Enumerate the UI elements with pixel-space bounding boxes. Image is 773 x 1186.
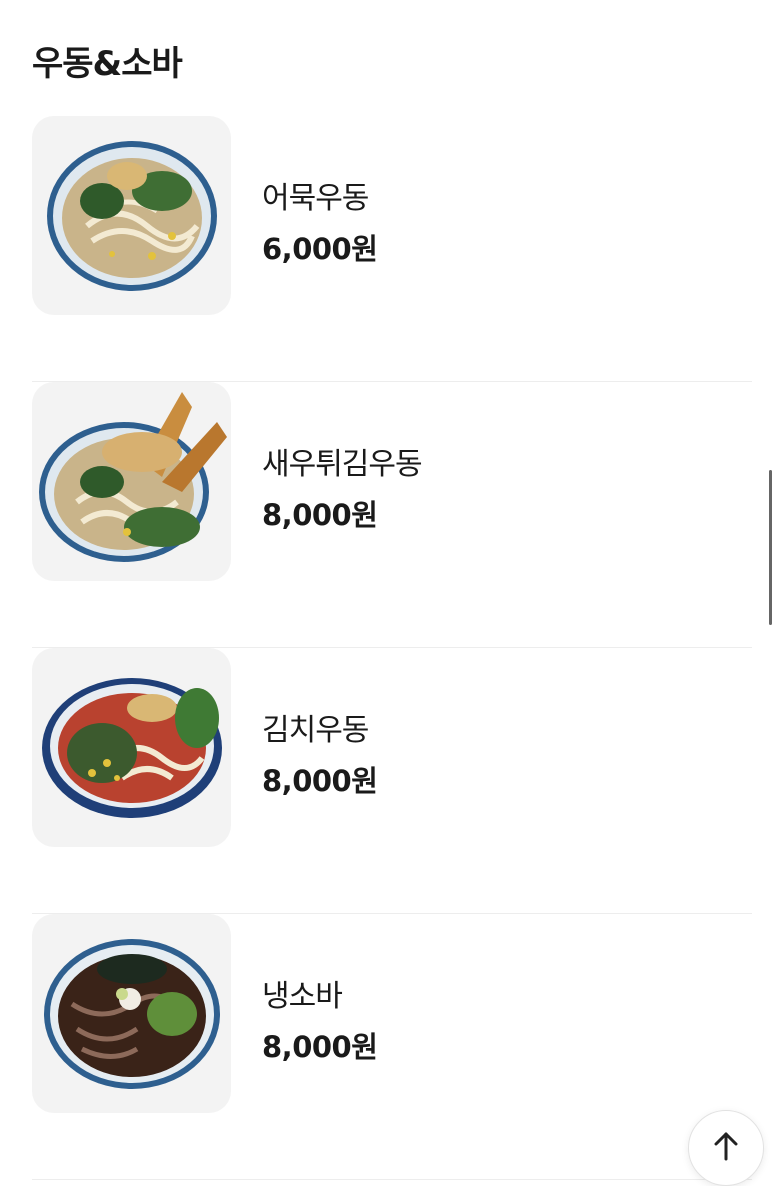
menu-item-image[interactable] [32, 648, 231, 847]
menu-item-name: 김치우동 [262, 713, 369, 748]
menu-item[interactable]: 새우튀김우동 8,000원 [32, 382, 752, 648]
section-title: 우동&소바 [32, 44, 183, 84]
arrow-up-icon [714, 1132, 738, 1161]
menu-item-name: 어묵우동 [262, 181, 369, 216]
soba-bowl-image [44, 939, 220, 1089]
menu-item-name: 냉소바 [262, 979, 343, 1014]
menu-item-price: 8,000원 [262, 764, 378, 798]
menu-item-price: 6,000원 [262, 232, 378, 266]
scroll-top-button[interactable] [688, 1110, 764, 1186]
menu-item-image[interactable] [32, 914, 231, 1113]
scrollbar[interactable] [769, 470, 772, 625]
menu-item-price: 8,000원 [262, 498, 378, 532]
menu-item[interactable]: 어묵우동 6,000원 [32, 116, 752, 382]
menu-item[interactable]: 김치우동 8,000원 [32, 648, 752, 914]
udon-bowl-image [47, 141, 217, 291]
menu-item-image[interactable] [32, 116, 231, 315]
menu-item-name: 새우튀김우동 [262, 447, 423, 482]
udon-bowl-image [42, 678, 222, 818]
menu-item-image[interactable] [32, 382, 231, 581]
menu-item[interactable]: 냉소바 8,000원 [32, 914, 752, 1180]
menu-item-price: 8,000원 [262, 1030, 378, 1064]
udon-bowl-image [39, 392, 227, 562]
